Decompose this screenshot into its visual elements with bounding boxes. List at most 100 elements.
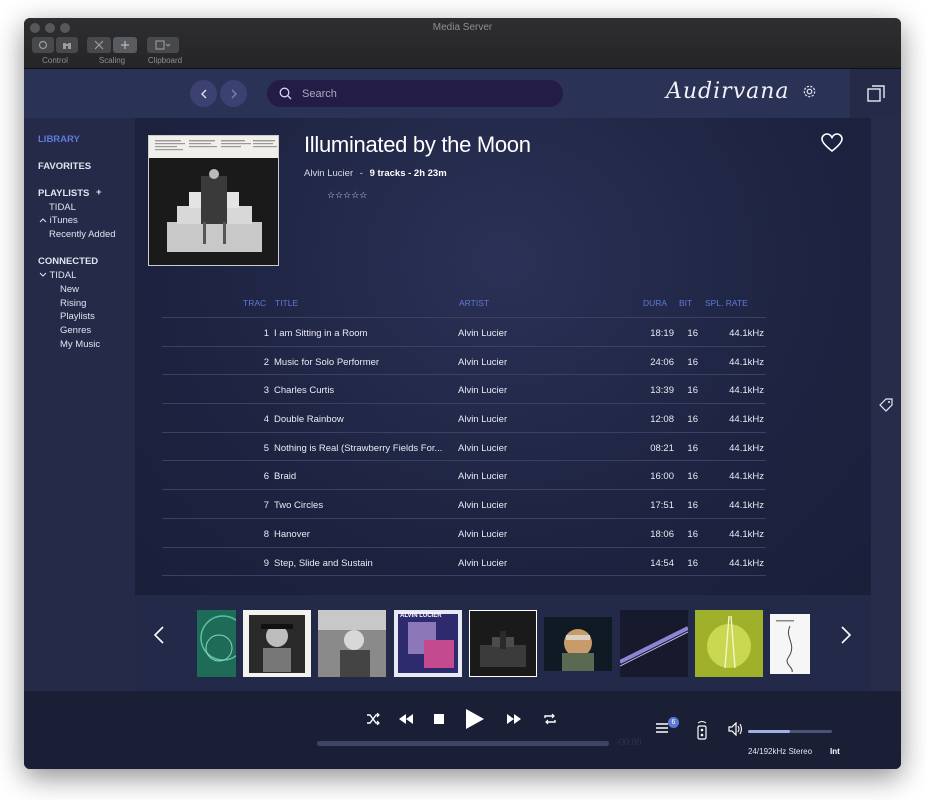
column-duration[interactable]: DURA — [643, 298, 667, 308]
control-keyboard-button[interactable] — [56, 37, 78, 53]
repeat-button[interactable] — [542, 711, 558, 727]
mouse-icon — [38, 40, 48, 50]
track-number: 8 — [263, 528, 269, 540]
chevron-right-icon — [231, 89, 237, 98]
sidebar-item-new[interactable]: New — [60, 284, 79, 295]
thumbnail-caption: ALVIN LUCIER — [400, 613, 442, 619]
sidebar: LIBRARY FAVORITES PLAYLISTS + TIDAL iTun… — [24, 118, 135, 691]
rewind-icon — [399, 714, 413, 724]
sidebar-item-library[interactable]: LIBRARY — [38, 134, 80, 145]
settings-button[interactable] — [802, 84, 817, 104]
volume-level-fill — [748, 730, 790, 733]
rating-stars[interactable]: ☆☆☆☆☆ — [327, 190, 367, 201]
album-thumbnail[interactable] — [770, 614, 810, 674]
track-number: 3 — [263, 385, 269, 397]
app-window: Media Server Control Scaling Clipboard S… — [24, 18, 901, 769]
track-number: 2 — [263, 356, 269, 368]
speaker-icon — [728, 722, 743, 736]
previous-track-button[interactable] — [398, 711, 414, 727]
search-input[interactable]: Search — [267, 80, 563, 107]
fast-forward-icon — [507, 714, 521, 724]
album-thumbnail[interactable]: ALVIN LUCIER — [394, 610, 462, 677]
track-artist: Alvin Lucier — [458, 500, 508, 512]
carousel-prev-button[interactable] — [153, 625, 165, 650]
player-bar: -00:00 6 24/192kHz Stereo Int — [24, 691, 901, 769]
audio-output[interactable]: Int — [830, 747, 840, 756]
album-thumbnail[interactable] — [243, 610, 311, 677]
back-button[interactable] — [190, 80, 217, 107]
album-thumbnail-art — [544, 617, 612, 671]
sidebar-item-my-music[interactable]: My Music — [60, 339, 100, 350]
track-row[interactable]: 7 Two Circles Alvin Lucier 17:51 16 44.1… — [162, 490, 766, 519]
track-bit-depth: 16 — [687, 442, 698, 454]
track-sample-rate: 44.1kHz — [729, 471, 764, 483]
meta-separator: - — [359, 168, 363, 179]
favorite-button[interactable] — [821, 133, 843, 158]
album-thumbnail-current[interactable] — [469, 610, 537, 677]
track-row[interactable]: 3 Charles Curtis Alvin Lucier 13:39 16 4… — [162, 375, 766, 405]
track-row[interactable]: 8 Hanover Alvin Lucier 18:06 16 44.1kHz — [162, 519, 766, 548]
clipboard-button[interactable] — [147, 37, 179, 53]
related-albums-carousel: ALVIN LUCIER — [135, 595, 871, 691]
album-artist[interactable]: Alvin Lucier — [304, 168, 353, 179]
track-title: Double Rainbow — [274, 414, 344, 426]
track-row[interactable]: 1 I am Sitting in a Room Alvin Lucier 18… — [162, 318, 766, 347]
column-artist[interactable]: ARTIST — [459, 298, 489, 308]
track-artist: Alvin Lucier — [458, 557, 508, 569]
title-bar: Media Server Control Scaling Clipboard — [24, 18, 901, 69]
track-row[interactable]: 4 Double Rainbow Alvin Lucier 12:08 16 4… — [162, 404, 766, 433]
volume-button[interactable] — [728, 722, 744, 736]
sidebar-item-favorites[interactable]: FAVORITES — [38, 161, 91, 172]
control-mouse-button[interactable] — [32, 37, 54, 53]
sidebar-item-playlists-tidal[interactable]: Playlists — [60, 311, 95, 322]
sidebar-item-tidal[interactable]: TIDAL — [39, 270, 76, 281]
track-table: 1 I am Sitting in a Room Alvin Lucier 18… — [162, 317, 766, 577]
sidebar-item-connected[interactable]: CONNECTED — [38, 256, 98, 267]
track-artist: Alvin Lucier — [458, 471, 508, 483]
carousel-next-button[interactable] — [840, 625, 852, 650]
album-cover[interactable] — [148, 135, 279, 266]
tag-button[interactable] — [879, 398, 893, 417]
track-number: 5 — [263, 442, 269, 454]
sidebar-item-itunes[interactable]: iTunes — [39, 215, 78, 226]
track-artist: Alvin Lucier — [458, 528, 508, 540]
remote-button[interactable] — [695, 719, 709, 741]
scaling-fit-button[interactable] — [87, 37, 111, 53]
sidebar-item-rising[interactable]: Rising — [60, 298, 86, 309]
column-track[interactable]: TRAC — [243, 298, 266, 308]
track-title: Step, Slide and Sustain — [274, 557, 373, 569]
app-header: Search Audirvana — [24, 69, 901, 118]
track-bit-depth: 16 — [687, 414, 698, 426]
track-row[interactable]: 9 Step, Slide and Sustain Alvin Lucier 1… — [162, 548, 766, 577]
album-thumbnail[interactable] — [620, 610, 688, 677]
album-thumbnail[interactable] — [318, 610, 386, 677]
play-button[interactable] — [463, 705, 487, 733]
next-track-button[interactable] — [506, 711, 522, 727]
shuffle-button[interactable] — [365, 711, 381, 727]
album-thumbnail[interactable] — [544, 617, 612, 671]
sidebar-item-playlists[interactable]: PLAYLISTS — [38, 188, 89, 199]
track-row[interactable]: 2 Music for Solo Performer Alvin Lucier … — [162, 347, 766, 376]
stop-button[interactable] — [431, 711, 447, 727]
volume-slider[interactable] — [748, 730, 832, 733]
album-thumbnail[interactable] — [695, 610, 763, 677]
column-title[interactable]: TITLE — [275, 298, 298, 308]
sidebar-item-genres[interactable]: Genres — [60, 325, 91, 336]
column-sample-rate[interactable]: SPL. RATE — [705, 298, 748, 308]
track-title: I am Sitting in a Room — [274, 328, 368, 339]
column-bit[interactable]: BIT — [679, 298, 692, 308]
sidebar-item-tidal-playlist[interactable]: TIDAL — [49, 202, 76, 213]
mini-player-toggle[interactable] — [850, 69, 901, 118]
search-icon — [279, 87, 292, 100]
scaling-actual-button[interactable] — [113, 37, 137, 53]
playback-progress-bar[interactable] — [317, 741, 609, 746]
album-thumbnail[interactable] — [197, 610, 236, 677]
track-row[interactable]: 6 Braid Alvin Lucier 16:00 16 44.1kHz — [162, 461, 766, 491]
track-number: 9 — [263, 557, 269, 569]
audio-format: 24/192kHz Stereo — [748, 747, 813, 756]
forward-button[interactable] — [220, 80, 247, 107]
track-bit-depth: 16 — [687, 385, 698, 397]
sidebar-item-recently-added[interactable]: Recently Added — [49, 229, 116, 240]
track-row[interactable]: 5 Nothing is Real (Strawberry Fields For… — [162, 433, 766, 462]
add-playlist-button[interactable]: + — [96, 187, 102, 198]
